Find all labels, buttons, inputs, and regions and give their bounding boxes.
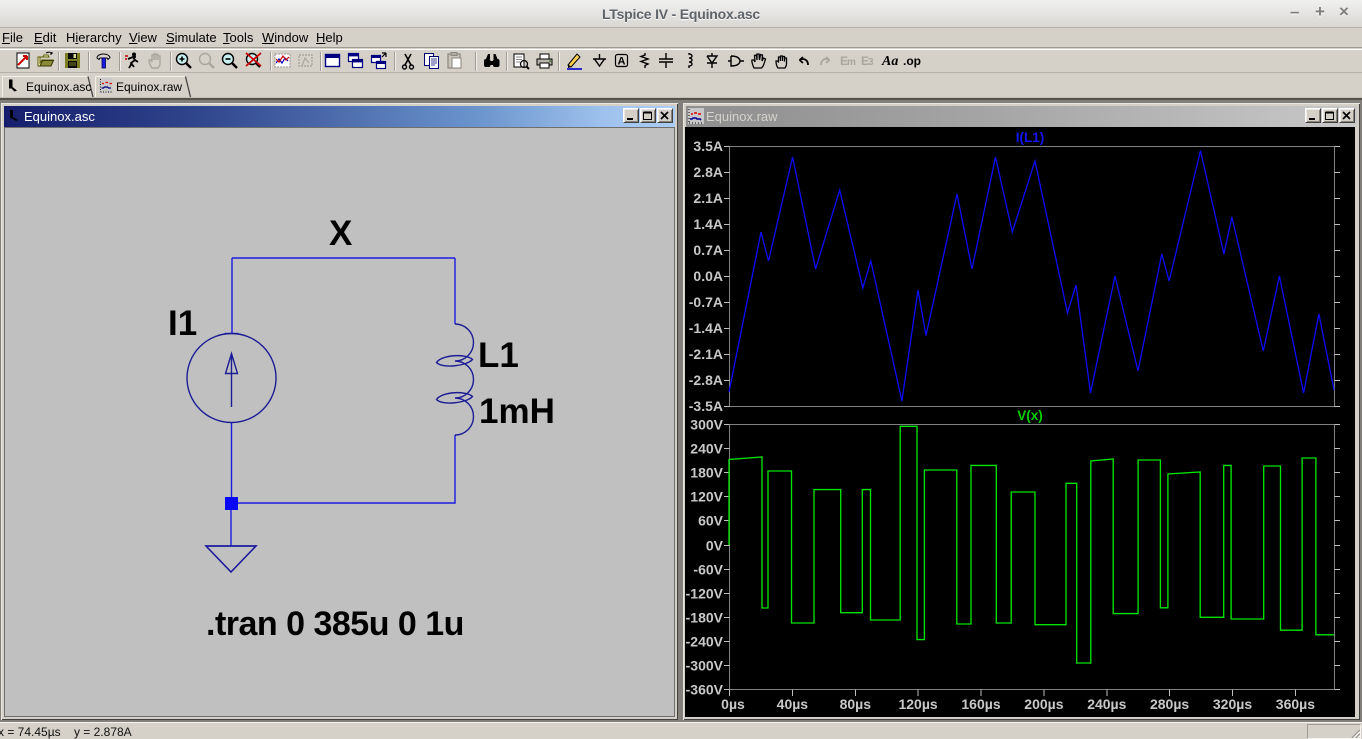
svg-text:120V: 120V bbox=[690, 489, 723, 505]
svg-text:120µs: 120µs bbox=[898, 696, 937, 712]
svg-text:-2.8A: -2.8A bbox=[689, 372, 723, 388]
svg-text:-300V: -300V bbox=[686, 658, 724, 674]
svg-text:-240V: -240V bbox=[686, 634, 724, 650]
svg-text:-1.4A: -1.4A bbox=[689, 320, 723, 336]
svg-text:80µs: 80µs bbox=[840, 696, 872, 712]
svg-text:.op: .op bbox=[903, 54, 921, 68]
svg-text:0.0A: 0.0A bbox=[693, 268, 723, 284]
svg-text:240V: 240V bbox=[690, 441, 723, 457]
svg-text:280µs: 280µs bbox=[1150, 696, 1189, 712]
svg-text:2.8A: 2.8A bbox=[693, 164, 723, 180]
svg-text:V(x): V(x) bbox=[1017, 408, 1043, 423]
svg-text:2.1A: 2.1A bbox=[693, 190, 723, 206]
svg-text:0V: 0V bbox=[706, 538, 724, 554]
svg-text:40µs: 40µs bbox=[777, 696, 809, 712]
svg-text:Aa: Aa bbox=[881, 54, 898, 69]
svg-text:60V: 60V bbox=[698, 513, 724, 529]
svg-text:-180V: -180V bbox=[686, 610, 724, 626]
svg-text:-0.7A: -0.7A bbox=[689, 294, 723, 310]
svg-text:3.5A: 3.5A bbox=[693, 138, 723, 154]
svg-text:m: m bbox=[847, 57, 856, 68]
svg-text:-120V: -120V bbox=[686, 586, 724, 602]
svg-text:-3.5A: -3.5A bbox=[689, 398, 723, 414]
svg-text:0.7A: 0.7A bbox=[693, 242, 723, 258]
svg-text:A: A bbox=[618, 56, 626, 68]
svg-text:240µs: 240µs bbox=[1087, 696, 1126, 712]
svg-text:1.4A: 1.4A bbox=[693, 216, 723, 232]
svg-text:180V: 180V bbox=[690, 465, 723, 481]
svg-text:0µs: 0µs bbox=[721, 696, 745, 712]
svg-text:-360V: -360V bbox=[686, 682, 724, 698]
svg-text:I(L1): I(L1) bbox=[1016, 130, 1045, 145]
svg-text:160µs: 160µs bbox=[961, 696, 1000, 712]
svg-text:3: 3 bbox=[868, 57, 874, 68]
svg-text:320µs: 320µs bbox=[1213, 696, 1252, 712]
svg-text:-60V: -60V bbox=[693, 562, 723, 578]
svg-text:-2.1A: -2.1A bbox=[689, 346, 723, 362]
svg-text:360µs: 360µs bbox=[1276, 696, 1315, 712]
svg-text:200µs: 200µs bbox=[1024, 696, 1063, 712]
svg-text:300V: 300V bbox=[690, 417, 723, 433]
